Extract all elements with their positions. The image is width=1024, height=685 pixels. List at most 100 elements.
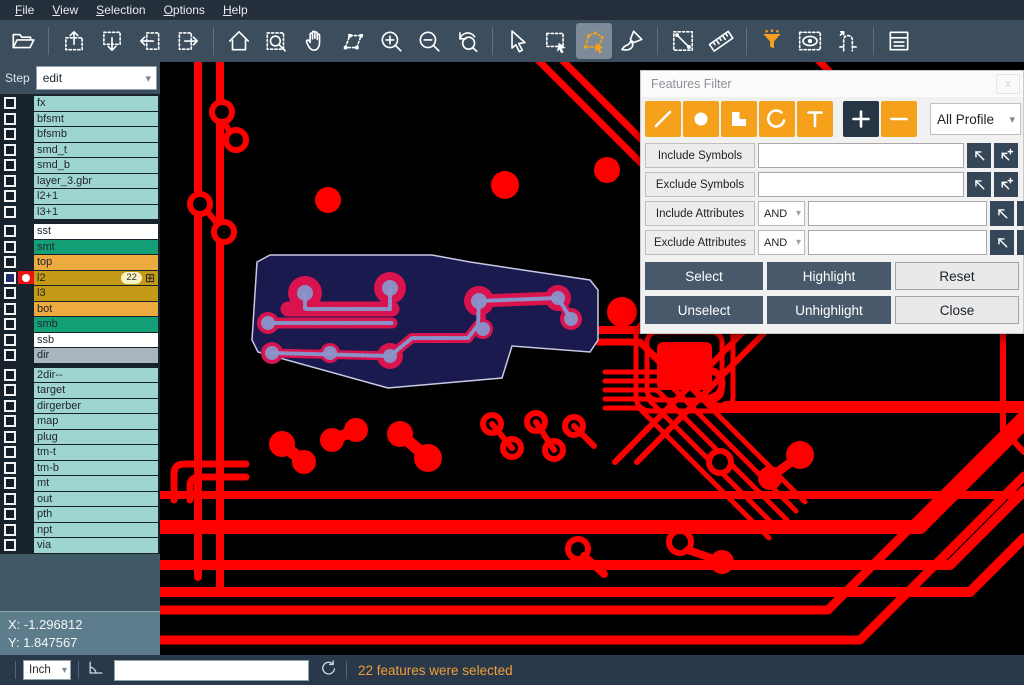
layer-visibility-checkbox[interactable] xyxy=(4,97,16,109)
zoom-previous-button[interactable] xyxy=(449,23,485,59)
select-pointer-button[interactable] xyxy=(500,23,536,59)
layer-name-bar[interactable]: top xyxy=(34,255,158,270)
menu-options[interactable]: Options xyxy=(155,0,214,20)
zoom-area-button[interactable] xyxy=(259,23,295,59)
profile-select[interactable]: All Profile ▾ xyxy=(930,103,1021,135)
close-button[interactable]: Close xyxy=(895,296,1019,324)
step-right-button[interactable] xyxy=(170,23,206,59)
home-view-button[interactable] xyxy=(221,23,257,59)
exclude-symbols-button[interactable]: Exclude Symbols xyxy=(645,172,755,197)
pick-from-canvas-button[interactable] xyxy=(990,201,1014,226)
layer-name-bar[interactable]: smd_b xyxy=(34,158,158,173)
select-rectangle-button[interactable] xyxy=(538,23,574,59)
exclude-attributes-button[interactable]: Exclude Attributes xyxy=(645,230,755,255)
layer-visibility-checkbox[interactable] xyxy=(4,431,16,443)
layer-visibility-checkbox[interactable] xyxy=(4,493,16,505)
dialog-close-button[interactable]: x xyxy=(996,74,1020,94)
filter-surfaces-toggle[interactable] xyxy=(721,101,757,137)
layer-name-bar[interactable]: bot xyxy=(34,302,158,317)
angle-icon[interactable] xyxy=(86,658,106,683)
layer-visibility-checkbox[interactable] xyxy=(4,272,16,284)
clear-selection-button[interactable] xyxy=(614,23,650,59)
layer-name-bar[interactable]: 2dir-- xyxy=(34,368,158,383)
include-attributes-input[interactable] xyxy=(808,201,987,226)
layer-name-bar[interactable]: pth xyxy=(34,507,158,522)
unhighlight-button[interactable]: Unhighlight xyxy=(767,296,891,324)
pick-from-canvas-button[interactable] xyxy=(967,143,991,168)
layer-visibility-checkbox[interactable] xyxy=(4,175,16,187)
layer-visibility-checkbox[interactable] xyxy=(4,225,16,237)
view-profile-button[interactable] xyxy=(792,23,828,59)
layer-name-bar[interactable]: layer_3.gbr xyxy=(34,174,158,189)
layer-visibility-checkbox[interactable] xyxy=(4,241,16,253)
layer-name-bar[interactable]: via xyxy=(34,538,158,553)
layer-name-bar[interactable]: smb xyxy=(34,317,158,332)
layer-name-bar[interactable]: npt xyxy=(34,523,158,538)
filter-arcs-toggle[interactable] xyxy=(759,101,795,137)
reset-button[interactable]: Reset xyxy=(895,262,1019,290)
layer-name-bar[interactable]: map xyxy=(34,414,158,429)
layer-visibility-checkbox[interactable] xyxy=(4,113,16,125)
menu-selection[interactable]: Selection xyxy=(87,0,154,20)
pick-add-from-canvas-button[interactable] xyxy=(1017,201,1024,226)
layer-name-bar[interactable]: l222⊞ xyxy=(34,271,158,286)
step-left-button[interactable] xyxy=(132,23,168,59)
import-up-button[interactable] xyxy=(56,23,92,59)
menu-help[interactable]: Help xyxy=(214,0,257,20)
layer-name-bar[interactable]: target xyxy=(34,383,158,398)
filter-pads-toggle[interactable] xyxy=(683,101,719,137)
layer-visibility-checkbox[interactable] xyxy=(4,349,16,361)
menu-file[interactable]: File xyxy=(6,0,43,20)
layer-visibility-checkbox[interactable] xyxy=(4,303,16,315)
layer-name-bar[interactable]: plug xyxy=(34,430,158,445)
command-input[interactable] xyxy=(114,660,309,681)
layer-name-bar[interactable]: dir xyxy=(34,348,158,363)
layer-visibility-checkbox[interactable] xyxy=(4,415,16,427)
layer-visibility-checkbox[interactable] xyxy=(4,369,16,381)
refresh-icon[interactable] xyxy=(319,658,339,683)
layer-visibility-checkbox[interactable] xyxy=(4,318,16,330)
layer-name-bar[interactable]: smt xyxy=(34,240,158,255)
layer-name-bar[interactable]: l3 xyxy=(34,286,158,301)
layer-name-bar[interactable]: mt xyxy=(34,476,158,491)
zoom-out-button[interactable] xyxy=(411,23,447,59)
pan-hand-button[interactable] xyxy=(297,23,333,59)
layer-name-bar[interactable]: ssb xyxy=(34,333,158,348)
layer-visibility-checkbox[interactable] xyxy=(4,462,16,474)
layer-visibility-checkbox[interactable] xyxy=(4,159,16,171)
unit-select[interactable]: Inch ▾ xyxy=(23,660,71,680)
zoom-in-button[interactable] xyxy=(373,23,409,59)
snap-button[interactable] xyxy=(830,23,866,59)
layer-name-bar[interactable]: bfsmt xyxy=(34,112,158,127)
layer-visibility-checkbox[interactable] xyxy=(4,508,16,520)
filter-negative-toggle[interactable] xyxy=(881,101,917,137)
panel-list-button[interactable] xyxy=(881,23,917,59)
and-or-select[interactable]: AND▾ xyxy=(758,201,805,226)
menu-view[interactable]: View xyxy=(43,0,87,20)
include-attributes-button[interactable]: Include Attributes xyxy=(645,201,755,226)
include-symbols-input[interactable] xyxy=(758,143,964,168)
filter-positive-toggle[interactable] xyxy=(843,101,879,137)
layer-name-bar[interactable]: out xyxy=(34,492,158,507)
and-or-select[interactable]: AND▾ xyxy=(758,230,805,255)
pick-add-from-canvas-button[interactable] xyxy=(994,143,1018,168)
layer-name-bar[interactable]: dirgerber xyxy=(34,399,158,414)
layer-name-bar[interactable]: tm-b xyxy=(34,461,158,476)
layer-visibility-checkbox[interactable] xyxy=(4,287,16,299)
select-button[interactable]: Select xyxy=(645,262,763,290)
layer-name-bar[interactable]: l3+1 xyxy=(34,205,158,220)
highlight-button[interactable]: Highlight xyxy=(767,262,891,290)
layer-name-bar[interactable]: l2+1 xyxy=(34,189,158,204)
layer-visibility-checkbox[interactable] xyxy=(4,144,16,156)
layer-visibility-checkbox[interactable] xyxy=(4,334,16,346)
layer-grid-icon[interactable]: ⊞ xyxy=(145,272,155,284)
pick-add-from-canvas-button[interactable] xyxy=(1017,230,1024,255)
layer-visibility-checkbox[interactable] xyxy=(4,206,16,218)
unselect-button[interactable]: Unselect xyxy=(645,296,763,324)
layer-name-bar[interactable]: tm-t xyxy=(34,445,158,460)
layer-visibility-checkbox[interactable] xyxy=(4,477,16,489)
filter-text-toggle[interactable] xyxy=(797,101,833,137)
layer-visibility-checkbox[interactable] xyxy=(4,400,16,412)
include-symbols-button[interactable]: Include Symbols xyxy=(645,143,755,168)
measure-line-button[interactable] xyxy=(665,23,701,59)
